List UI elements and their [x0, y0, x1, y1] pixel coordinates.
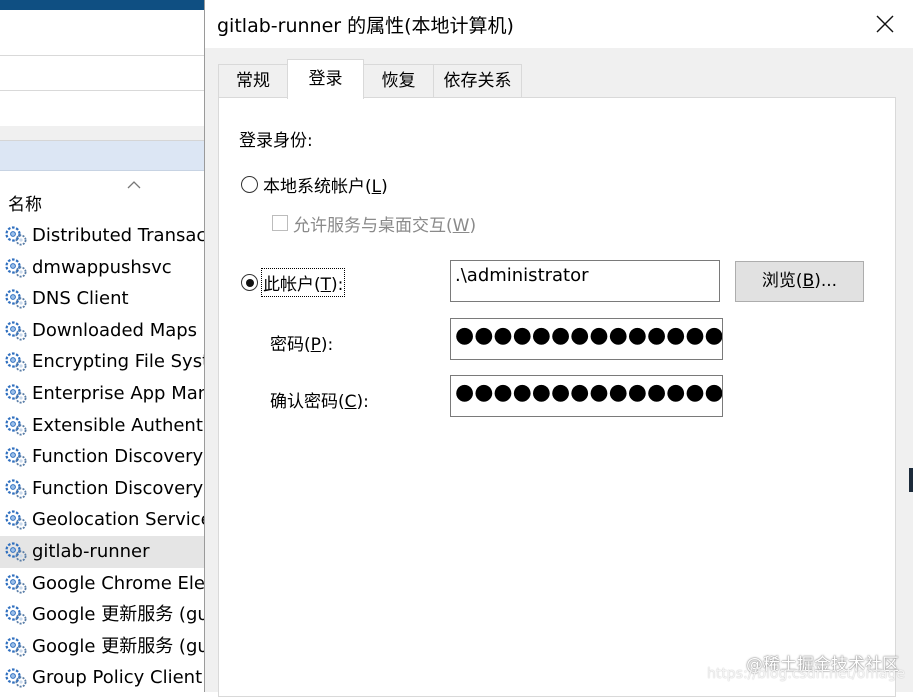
service-row[interactable]: Geolocation Service	[0, 504, 205, 536]
local-system-label[interactable]: 本地系统帐户(L)	[263, 172, 388, 197]
service-row[interactable]: Google 更新服务 (gupdate)	[0, 599, 205, 631]
services-list: Distributed Transaction Coordinator dmwap…	[0, 220, 205, 692]
dialog-title: gitlab-runner 的属性(本地计算机)	[217, 15, 514, 37]
confirm-accel: C	[344, 392, 357, 412]
password-text: 密码(	[270, 335, 311, 355]
service-name: Enterprise App Management Service	[32, 382, 205, 404]
service-gear-icon	[4, 320, 29, 342]
local-system-radio[interactable]	[241, 176, 258, 193]
confirm-password-label: 确认密码(C):	[270, 387, 369, 412]
desktop-interact-label: 允许服务与桌面交互(W)	[293, 211, 476, 236]
service-row[interactable]: Extensible Authentication Protocol	[0, 410, 205, 442]
service-row[interactable]: Downloaded Maps Manager	[0, 315, 205, 347]
tab-recovery[interactable]: 恢复	[363, 64, 434, 97]
service-row[interactable]: dmwappushsvc	[0, 252, 205, 284]
desktop-interact-text: 允许服务与桌面交互(	[293, 216, 453, 236]
service-properties-dialog: gitlab-runner 的属性(本地计算机) 常规 登录 恢复 依存关系 登…	[204, 0, 913, 697]
this-account-text: 此帐户(	[263, 275, 321, 295]
browse-accel: B	[802, 271, 815, 291]
service-name: Distributed Transaction Coordinator	[32, 225, 205, 246]
desktop-interact-end: )	[469, 216, 477, 236]
this-account-label[interactable]: 此帐户(T):	[260, 268, 346, 297]
service-row[interactable]: Group Policy Client	[0, 662, 205, 692]
browse-button[interactable]: 浏览(B)...	[735, 261, 864, 302]
service-row[interactable]: DNS Client	[0, 283, 205, 315]
logon-tab-panel: 登录身份: 本地系统帐户(L) 允许服务与桌面交互(W) 此帐户(T): .\a…	[218, 97, 896, 697]
service-gear-icon	[4, 446, 29, 468]
service-name: Encrypting File System (EFS)	[32, 351, 205, 373]
name-column-header[interactable]: 名称	[8, 190, 42, 215]
service-name: Google 更新服务 (gupdatem)	[32, 635, 205, 657]
service-name: Downloaded Maps Manager	[32, 319, 205, 341]
logon-as-label: 登录身份:	[239, 131, 313, 151]
service-gear-icon	[4, 636, 29, 658]
service-row[interactable]: Distributed Transaction Coordinator	[0, 220, 205, 252]
tab-logon[interactable]: 登录	[287, 59, 364, 99]
this-account-end: ):	[331, 275, 344, 295]
service-row[interactable]: Encrypting File System (EFS)	[0, 346, 205, 378]
window-title-strip	[0, 0, 205, 10]
desktop-interact-accel: W	[452, 216, 470, 236]
service-name: Geolocation Service	[32, 509, 205, 531]
background-edge	[909, 468, 913, 492]
confirm-text: 确认密码(	[270, 392, 345, 412]
local-system-accel: L	[371, 177, 382, 197]
service-gear-icon	[4, 541, 29, 563]
service-gear-icon	[4, 383, 29, 405]
service-name: dmwappushsvc	[32, 256, 172, 278]
service-gear-icon	[4, 573, 29, 595]
service-name: Google Chrome Elevation Service	[32, 572, 205, 594]
service-name: Function Discovery Provider Host	[32, 446, 205, 468]
sort-ascending-icon	[127, 181, 141, 189]
tab-general[interactable]: 常规	[218, 64, 288, 97]
service-name: Function Discovery Resource Publication	[32, 477, 205, 499]
service-row[interactable]: Function Discovery Resource Publication	[0, 473, 205, 505]
service-name: Google 更新服务 (gupdate)	[32, 604, 205, 626]
service-gear-icon	[4, 288, 29, 310]
service-gear-icon	[4, 225, 29, 247]
confirm-password-input[interactable]: ●●●●●●●●●●●●●●●	[450, 375, 723, 417]
browse-text: 浏览(	[761, 271, 803, 291]
service-gear-icon	[4, 415, 29, 437]
service-gear-icon	[4, 257, 29, 279]
password-accel: P	[310, 335, 321, 355]
pane-border	[0, 126, 205, 141]
pane-header-bar	[0, 141, 205, 171]
dialog-titlebar[interactable]: gitlab-runner 的属性(本地计算机)	[205, 0, 913, 48]
service-gear-icon	[4, 604, 29, 626]
toolbar-divider	[0, 55, 205, 56]
confirm-end: ):	[356, 392, 369, 412]
service-row[interactable]: Google 更新服务 (gupdatem)	[0, 631, 205, 663]
password-input[interactable]: ●●●●●●●●●●●●●●●	[450, 318, 723, 360]
service-row[interactable]: Google Chrome Elevation Service	[0, 568, 205, 600]
service-row[interactable]: gitlab-runner	[0, 535, 205, 568]
services-window: 名称 Distributed Transaction Coordinator dm…	[0, 0, 205, 692]
desktop-interact-checkbox[interactable]	[272, 215, 288, 231]
service-row[interactable]: Enterprise App Management Service	[0, 378, 205, 410]
service-gear-icon	[4, 509, 29, 531]
this-account-accel: T	[320, 275, 332, 295]
service-name: Extensible Authentication Protocol	[32, 414, 205, 436]
watermark-url: https://blog.csdn.net/omage	[706, 666, 905, 682]
this-account-radio[interactable]	[241, 274, 258, 291]
service-row[interactable]: Function Discovery Provider Host	[0, 441, 205, 473]
password-end: ):	[320, 335, 334, 355]
tab-dependencies[interactable]: 依存关系	[433, 64, 522, 97]
close-icon	[876, 15, 894, 33]
browse-end: )...	[814, 271, 838, 291]
service-gear-icon	[4, 478, 29, 500]
radio-selected-dot	[245, 278, 254, 287]
service-name: Group Policy Client	[32, 667, 203, 689]
password-label: 密码(P):	[270, 330, 333, 355]
local-system-end: )	[381, 177, 388, 197]
close-button[interactable]	[868, 8, 902, 40]
service-gear-icon	[4, 667, 29, 689]
service-name: DNS Client	[32, 288, 129, 310]
toolbar-divider	[0, 90, 205, 91]
local-system-text: 本地系统帐户(	[263, 177, 372, 197]
account-name-input[interactable]: .\administrator	[450, 260, 720, 302]
service-gear-icon	[4, 351, 29, 373]
service-name: gitlab-runner	[32, 540, 150, 562]
